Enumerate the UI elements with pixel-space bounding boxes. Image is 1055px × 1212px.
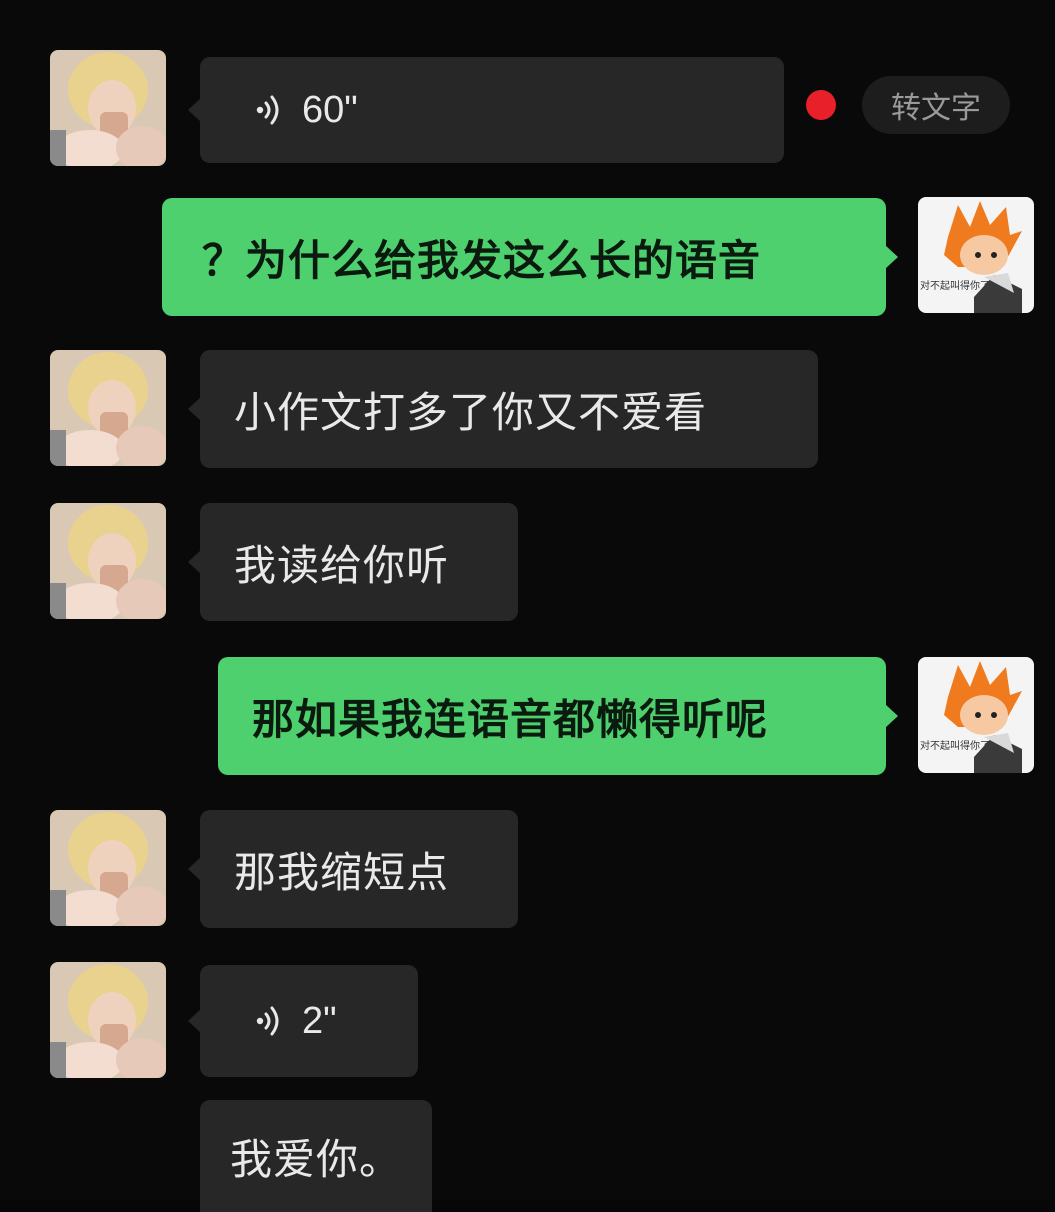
- message-text: 我爱你。: [230, 1134, 403, 1184]
- contact-avatar[interactable]: [50, 503, 166, 619]
- my-avatar[interactable]: 对不起叫得你了: [918, 657, 1034, 773]
- voice-duration: 60": [302, 88, 358, 131]
- incoming-message-bubble[interactable]: 我读给你听: [188, 503, 518, 621]
- bubble-tail: [188, 550, 201, 574]
- bubble-tail: [885, 245, 898, 269]
- voice-wave-icon: [256, 1006, 279, 1036]
- contact-avatar[interactable]: [50, 810, 166, 926]
- voice-duration: 2": [302, 999, 337, 1042]
- bubble-tail: [188, 857, 201, 881]
- message-text: 那我缩短点: [234, 847, 450, 897]
- voice-wave-icon: [256, 95, 279, 125]
- voice-message-bubble[interactable]: 2": [188, 965, 418, 1077]
- incoming-message-bubble[interactable]: 我爱你。: [200, 1100, 432, 1212]
- avatar-caption: 对不起叫得你了: [920, 741, 990, 752]
- avatar-caption: 对不起叫得你了: [920, 281, 990, 292]
- message-text: 小作文打多了你又不爱看: [234, 387, 708, 437]
- contact-avatar[interactable]: [50, 50, 166, 166]
- unread-dot: [806, 90, 836, 120]
- voice-message-bubble[interactable]: 60": [188, 57, 784, 163]
- incoming-message-bubble[interactable]: 那我缩短点: [188, 810, 518, 928]
- bubble-tail: [188, 1009, 201, 1033]
- bubble-tail: [188, 98, 201, 122]
- message-text: ？为什么给我发这么长的语音: [202, 235, 762, 285]
- my-avatar[interactable]: 对不起叫得你了: [918, 197, 1034, 313]
- contact-avatar[interactable]: [50, 350, 166, 466]
- outgoing-message-bubble[interactable]: 那如果我连语音都懒得听呢: [218, 657, 898, 775]
- incoming-message-bubble[interactable]: 小作文打多了你又不爱看: [188, 350, 818, 468]
- chat-area: 60" 转文字 ？为什么给我发这么长的语音 对不起叫得你了 小作文打多了你又不爱…: [0, 0, 1055, 1212]
- bubble-tail: [885, 704, 898, 728]
- bubble-tail: [188, 397, 201, 421]
- outgoing-message-bubble[interactable]: ？为什么给我发这么长的语音: [162, 198, 898, 316]
- message-text: 那如果我连语音都懒得听呢: [252, 694, 769, 744]
- convert-to-text-button[interactable]: 转文字: [862, 76, 1010, 134]
- contact-avatar[interactable]: [50, 962, 166, 1078]
- message-text: 我读给你听: [234, 540, 450, 590]
